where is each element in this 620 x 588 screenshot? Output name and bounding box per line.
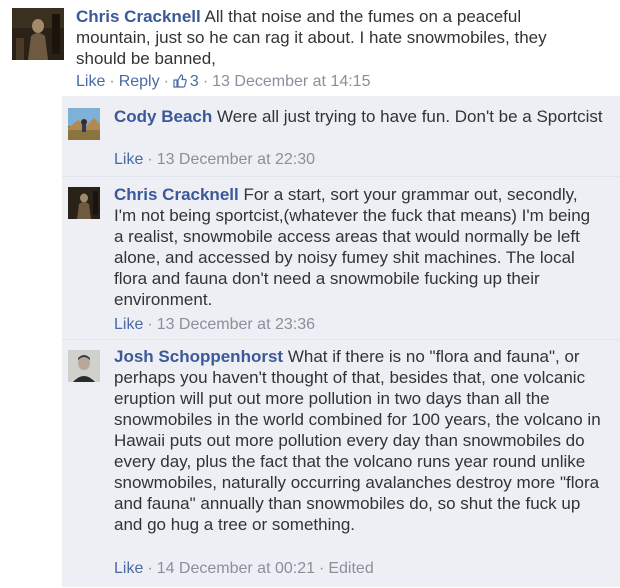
reply-actions: Like · 13 December at 23:36 [114,315,315,335]
comment-body: Chris Cracknell All that noise and the f… [76,6,596,69]
reply-body: Cody Beach Were all just trying to have … [114,106,604,127]
avatar-chris-cracknell-icon[interactable] [68,187,100,219]
thumbs-up-icon [173,74,187,88]
like-count-button[interactable]: 3 [173,73,199,90]
separator: · [202,73,209,90]
separator: · [163,73,169,90]
separator: · [319,560,325,577]
reply-author-link[interactable]: Chris Cracknell [114,185,239,204]
avatar-cody-beach-icon[interactable] [68,108,100,140]
reply-timestamp[interactable]: 14 December at 00:21 [157,560,315,577]
avatar-josh-schoppenhorst-icon[interactable] [68,350,100,382]
replies-section: Cody Beach Were all just trying to have … [62,96,620,587]
reply-actions: Like · 14 December at 00:21 · Edited [114,559,374,579]
like-link[interactable]: Like [114,316,143,333]
reply-timestamp[interactable]: 13 December at 22:30 [157,151,315,168]
reply-text: What if there is no "flora and fauna", o… [114,347,601,534]
reply-timestamp[interactable]: 13 December at 23:36 [157,316,315,333]
comment-author-link[interactable]: Chris Cracknell [76,7,201,26]
avatar-chris-cracknell-icon[interactable] [12,8,64,60]
reply-item: Cody Beach Were all just trying to have … [62,96,620,176]
like-link[interactable]: Like [114,560,143,577]
comment-thread: Chris Cracknell All that noise and the f… [0,0,620,587]
separator: · [147,316,153,333]
edited-indicator[interactable]: Edited [328,560,373,577]
comment-timestamp[interactable]: 13 December at 14:15 [212,73,370,90]
reply-actions: Like · 13 December at 22:30 [114,150,315,170]
top-level-comment: Chris Cracknell All that noise and the f… [0,0,620,96]
like-link[interactable]: Like [114,151,143,168]
reply-link[interactable]: Reply [119,73,160,90]
like-count: 3 [189,73,199,90]
separator: · [147,151,153,168]
separator: · [147,560,153,577]
comment-actions: Like · Reply · 3 · 13 December at 14:15 [76,72,370,92]
reply-item: Josh Schoppenhorst What if there is no "… [62,339,620,588]
reply-author-link[interactable]: Josh Schoppenhorst [114,347,283,366]
reply-body: Josh Schoppenhorst What if there is no "… [114,346,604,535]
reply-text: Were all just trying to have fun. Don't … [216,107,603,126]
separator: · [109,73,115,90]
reply-author-link[interactable]: Cody Beach [114,107,212,126]
like-link[interactable]: Like [76,73,105,90]
reply-body: Chris Cracknell For a start, sort your g… [114,184,604,310]
reply-item: Chris Cracknell For a start, sort your g… [62,176,620,340]
